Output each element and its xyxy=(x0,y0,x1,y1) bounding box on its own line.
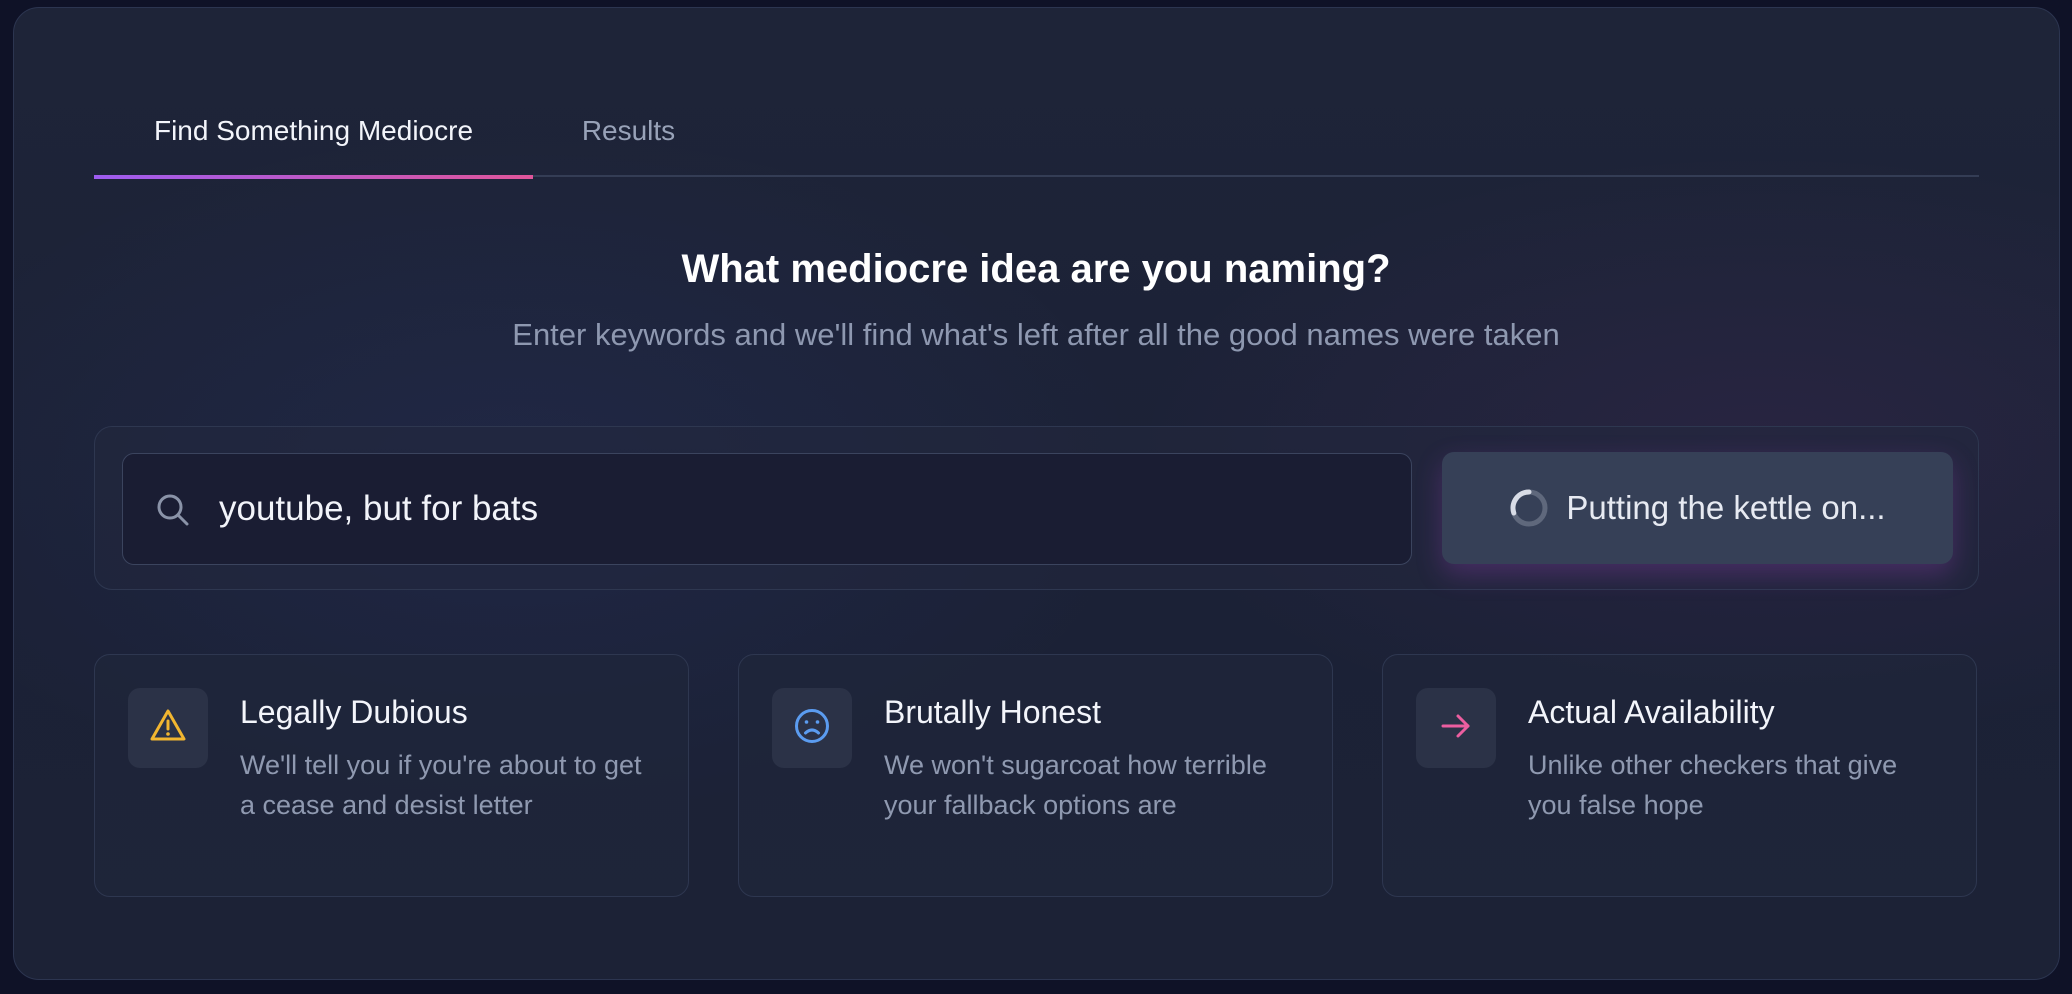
tab-find-something-mediocre[interactable]: Find Something Mediocre xyxy=(94,100,533,179)
search-icon xyxy=(155,492,191,528)
page-subtitle: Enter keywords and we'll find what's lef… xyxy=(512,317,1560,352)
feature-title: Actual Availability xyxy=(1528,694,1775,730)
feature-card-actual-availability: Actual Availability Unlike other checker… xyxy=(1382,654,1977,897)
feature-icon-box xyxy=(128,688,208,768)
feature-description: Unlike other checkers that give you fals… xyxy=(1528,750,1898,820)
feature-icon-box xyxy=(772,688,852,768)
search-button[interactable]: Putting the kettle on... xyxy=(1442,452,1953,564)
search-button-label: Putting the kettle on... xyxy=(1566,489,1886,526)
warning-icon xyxy=(148,706,188,751)
feature-description: We won't sugarcoat how terrible your fal… xyxy=(884,750,1267,820)
arrow-right-icon xyxy=(1436,706,1476,751)
feature-description: We'll tell you if you're about to get a … xyxy=(240,750,642,820)
tab-results[interactable]: Results xyxy=(533,100,724,177)
feature-title: Legally Dubious xyxy=(240,694,468,730)
feature-card-legally-dubious: Legally Dubious We'll tell you if you're… xyxy=(94,654,689,897)
frown-icon xyxy=(792,706,832,751)
tab-bar: Find Something Mediocre Results xyxy=(94,100,1979,179)
search-panel: Putting the kettle on... xyxy=(94,426,1979,590)
feature-icon-box xyxy=(1416,688,1496,768)
search-box[interactable] xyxy=(122,453,1412,565)
page-title: What mediocre idea are you naming? xyxy=(681,247,1391,291)
feature-title: Brutally Honest xyxy=(884,694,1101,730)
search-input[interactable] xyxy=(219,454,1389,564)
feature-card-brutally-honest: Brutally Honest We won't sugarcoat how t… xyxy=(738,654,1333,897)
spinner-icon xyxy=(1509,488,1549,528)
